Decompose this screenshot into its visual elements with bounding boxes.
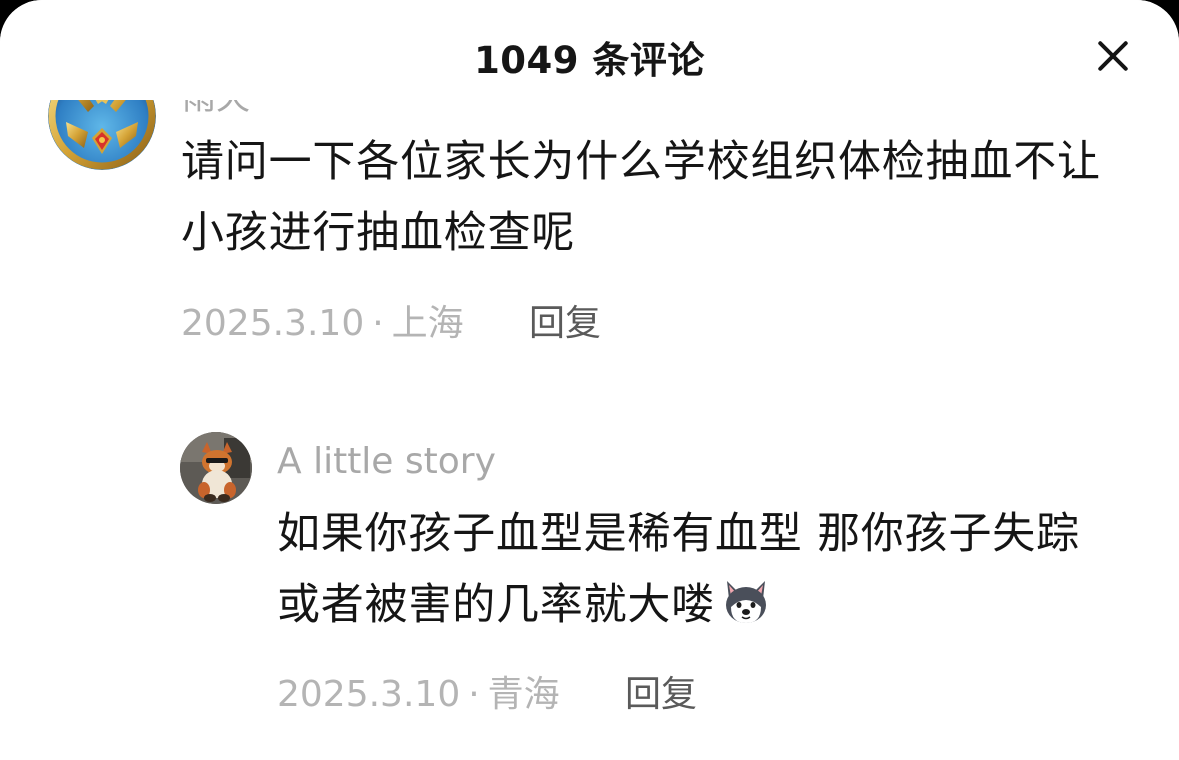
comments-sheet: 雨天 [0, 0, 1179, 760]
husky-dog-emoji-icon [721, 577, 771, 627]
reply-date: 2025.3.10 [277, 674, 461, 715]
reply-username[interactable]: A little story [277, 441, 496, 482]
meta-separator: · [372, 303, 384, 344]
comment-date: 2025.3.10 [181, 303, 365, 344]
reply-text-line-1: 如果你孩子血型是稀有血型 那你孩子失踪 [277, 509, 1080, 559]
reply-location: 青海 [487, 674, 560, 715]
reply-meta: 2025.3.10 · 青海 [277, 665, 560, 717]
comment-text-line-1: 请问一下各位家长为什么学校组织体检抽血不让 [181, 137, 1101, 187]
page-title: 1049 条评论 [474, 39, 705, 82]
reply-text-line-2: 或者被害的几率就大喽 [277, 580, 715, 630]
reply-text-line-2-row: 或者被害的几率就大喽 [277, 571, 771, 640]
reply-avatar[interactable] [180, 432, 252, 504]
close-icon[interactable] [1092, 36, 1132, 76]
comment-reply-button[interactable]: 回复 [529, 294, 601, 346]
reply-reply-button[interactable]: 回复 [625, 665, 697, 717]
fox-plush-avatar-icon [180, 432, 252, 504]
comment-text-line-2: 小孩进行抽血检查呢 [181, 208, 576, 258]
sheet-header: 1049 条评论 [0, 0, 1179, 100]
comment-meta: 2025.3.10 · 上海 [181, 294, 464, 346]
meta-separator: · [468, 674, 480, 715]
comment-location: 上海 [391, 303, 464, 344]
